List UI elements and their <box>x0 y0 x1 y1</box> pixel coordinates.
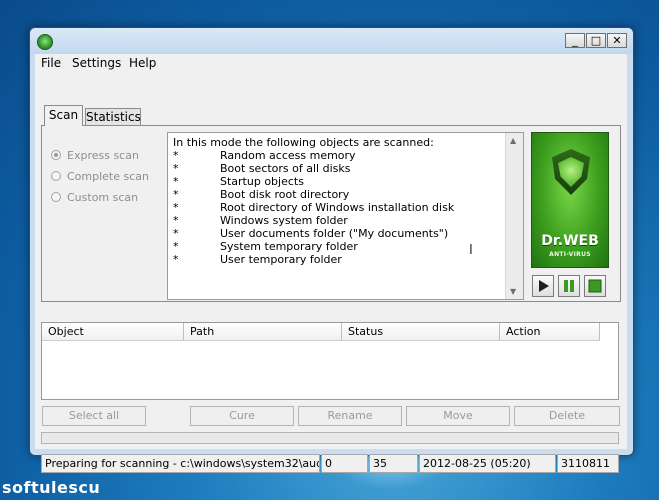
title-bar[interactable]: _ □ ✕ <box>30 28 633 54</box>
radio-label: Custom scan <box>67 191 139 204</box>
info-bullet: * <box>173 188 179 201</box>
info-bullet: * <box>173 227 179 240</box>
results-list[interactable]: Object Path Status Action <box>41 322 619 400</box>
column-action[interactable]: Action <box>500 323 600 341</box>
info-bullet: * <box>173 240 179 253</box>
text-cursor-icon: I <box>469 243 473 258</box>
drweb-logo: Dr.WEB ANTI-VIRUS <box>531 132 609 268</box>
drweb-window: _ □ ✕ File Settings Help Scan Statistics E… <box>29 27 634 473</box>
info-bullet: * <box>173 149 179 162</box>
move-button[interactable]: Move <box>406 406 510 426</box>
radio-label: Complete scan <box>67 170 150 183</box>
minimize-button[interactable]: _ <box>565 33 585 48</box>
info-bullet: * <box>173 201 179 214</box>
info-item: Root directory of Windows installation d… <box>220 201 455 214</box>
info-item: Boot sectors of all disks <box>220 162 351 175</box>
info-heading: In this mode the following objects are s… <box>173 136 434 149</box>
radio-dot <box>51 192 61 202</box>
info-item: System temporary folder <box>220 240 358 253</box>
select-all-button[interactable]: Select all <box>42 406 146 426</box>
scan-info-textbox[interactable]: In this mode the following objects are s… <box>167 132 524 300</box>
maximize-button[interactable]: □ <box>586 33 606 48</box>
info-item: User documents folder ("My documents") <box>220 227 449 240</box>
delete-button[interactable]: Delete <box>514 406 620 426</box>
info-item: Boot disk root directory <box>220 188 350 201</box>
scroll-down-icon[interactable]: ▼ <box>510 287 516 296</box>
tab-statistics[interactable]: Statistics <box>85 108 141 125</box>
info-bullet: * <box>173 175 179 188</box>
info-bullet: * <box>173 253 179 266</box>
column-object[interactable]: Object <box>42 323 184 341</box>
radio-label: Express scan <box>67 149 139 162</box>
play-icon <box>539 280 549 292</box>
radio-dot <box>51 171 61 181</box>
drweb-app-icon[interactable] <box>37 34 53 50</box>
status-count-scanned: 35 <box>369 454 418 473</box>
pause-icon <box>564 280 574 292</box>
stop-scan-button[interactable] <box>584 275 606 297</box>
info-item: Random access memory <box>220 149 356 162</box>
info-bullet: * <box>173 214 179 227</box>
scan-progress-bar <box>41 432 619 444</box>
menu-bar: File Settings Help <box>35 54 627 72</box>
watermark-text: softulescu <box>2 478 101 497</box>
tab-scan[interactable]: Scan <box>44 105 83 126</box>
status-number: 3110811 <box>557 454 619 473</box>
logo-subtitle: ANTI-VIRUS <box>549 251 591 258</box>
info-item: Startup objects <box>220 175 304 188</box>
info-item: User temporary folder <box>220 253 342 266</box>
pause-scan-button[interactable] <box>558 275 580 297</box>
rename-button[interactable]: Rename <box>298 406 402 426</box>
column-status[interactable]: Status <box>342 323 500 341</box>
info-item: Windows system folder <box>220 214 348 227</box>
window-controls: _ □ ✕ <box>564 33 627 49</box>
status-datetime: 2012-08-25 (05:20) <box>419 454 556 473</box>
radio-dot-selected <box>51 150 61 160</box>
client-area: File Settings Help Scan Statistics Expre… <box>35 54 627 473</box>
scroll-up-icon[interactable]: ▲ <box>510 136 516 145</box>
menu-file[interactable]: File <box>41 56 61 70</box>
logo-brand: Dr.WEB <box>541 233 599 249</box>
menu-help[interactable]: Help <box>129 56 156 70</box>
status-count-threats: 0 <box>321 454 368 473</box>
close-button[interactable]: ✕ <box>607 33 627 48</box>
info-scrollbar[interactable]: ▲ ▼ <box>505 133 523 299</box>
stop-icon <box>588 279 602 293</box>
start-scan-button[interactable] <box>532 275 554 297</box>
column-path[interactable]: Path <box>184 323 342 341</box>
cure-button[interactable]: Cure <box>190 406 294 426</box>
status-message: Preparing for scanning - c:\windows\syst… <box>41 454 320 473</box>
info-bullet: * <box>173 162 179 175</box>
menu-settings[interactable]: Settings <box>72 56 121 70</box>
